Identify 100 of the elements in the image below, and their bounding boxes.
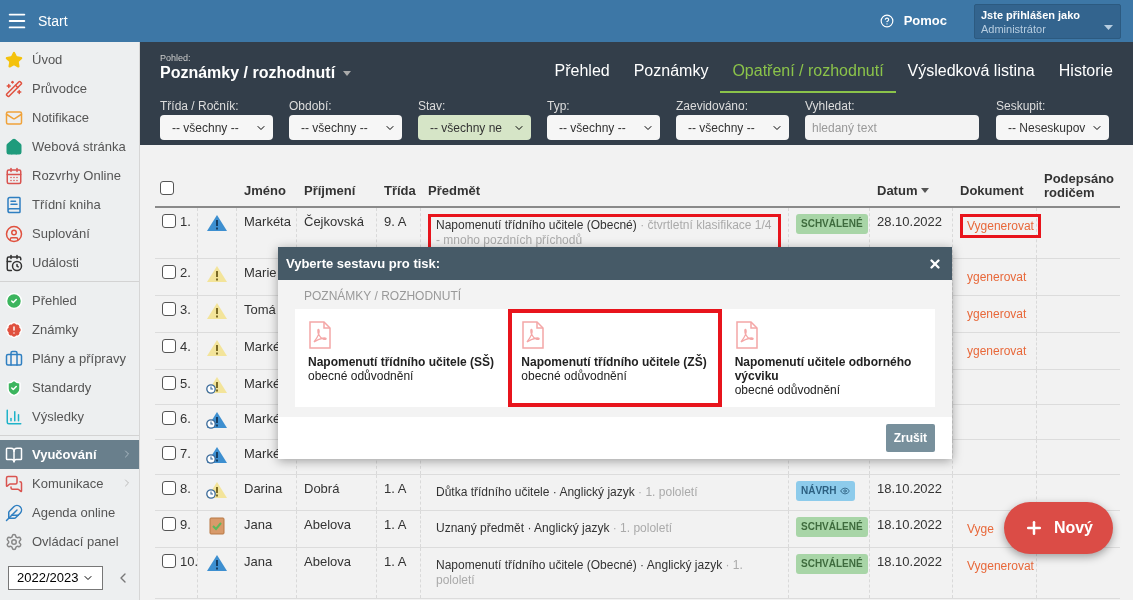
sidebar-item[interactable]: Vyučování (0, 440, 139, 469)
class-name: 1. A (384, 517, 407, 532)
gear-icon (5, 532, 23, 551)
view-tab[interactable]: Opatření / rozhodnutí (720, 59, 896, 93)
sidebar-item[interactable]: Notifikace (0, 103, 139, 132)
first-name: Jana (244, 517, 273, 532)
app-title[interactable]: Start (38, 10, 68, 32)
checkbox[interactable] (162, 554, 176, 568)
report-option[interactable]: Napomenutí třídního učitele (ZŠ) obecné odůvodnění (508, 309, 722, 407)
filter-select[interactable]: -- Neseskupov (996, 115, 1109, 140)
checkbox[interactable] (162, 446, 176, 460)
warning-clock-icon (206, 411, 228, 429)
first-name: Jana (244, 554, 273, 569)
column-header[interactable]: Podepsáno rodičem (1044, 172, 1115, 200)
column-header[interactable]: Třída (384, 183, 416, 198)
sidebar-item[interactable]: Rozvrhy Online (0, 161, 139, 190)
column-header[interactable]: Dokument (960, 183, 1024, 198)
checkbox[interactable] (162, 302, 176, 316)
status-badge: SCHVÁLENÉ (796, 214, 868, 234)
row-number: 6. (180, 411, 191, 427)
class-name: 9. A (384, 214, 407, 229)
feather-icon (5, 503, 23, 522)
last-name: Abelova (304, 517, 351, 532)
column-header[interactable]: Jméno (244, 183, 286, 198)
last-name: Čejkovská (304, 214, 364, 229)
sidebar-item[interactable]: Plány a přípravy (0, 344, 139, 373)
checkbox[interactable] (162, 214, 176, 228)
pdf-file-icon (521, 321, 546, 349)
filter-label: Období: (289, 99, 333, 113)
checkbox[interactable] (162, 376, 176, 390)
first-name: Darina (244, 481, 283, 496)
help-link[interactable]: Pomoc (903, 11, 947, 31)
open-book-icon (5, 445, 23, 464)
year-select[interactable]: 2022/2023 (8, 566, 103, 590)
row-number: 5. (180, 376, 191, 392)
filter-label: Vyhledat: (805, 99, 856, 113)
sidebar-item[interactable]: Agenda online (0, 498, 139, 527)
sidebar-item[interactable]: Třídní kniha (0, 190, 139, 219)
sidebar-item[interactable]: Ovládací panel (0, 527, 139, 556)
star-icon (5, 50, 23, 69)
sidebar-item[interactable]: Události (0, 248, 139, 277)
checkbox[interactable] (162, 339, 176, 353)
sidebar-item[interactable]: Úvod (0, 45, 139, 74)
checkbox[interactable] (160, 180, 174, 195)
sidebar-item[interactable]: Výsledky (0, 402, 139, 431)
warning-clock-icon (206, 481, 228, 499)
grade-badge-icon (5, 320, 23, 339)
warning-icon (206, 554, 228, 572)
sidebar-item[interactable]: Webová stránka (0, 132, 139, 161)
column-header[interactable]: Datum (877, 183, 930, 198)
checkbox[interactable] (162, 517, 176, 531)
check-circle-icon (5, 291, 23, 310)
shield-icon (5, 378, 23, 397)
user-menu[interactable]: Jste přihlášen jako Administrátor (974, 3, 1121, 39)
status-badge: NÁVRH (796, 481, 855, 501)
sort-caret-icon (921, 188, 930, 193)
view-dropdown[interactable]: Poznámky / rozhodnutí (160, 63, 352, 83)
filter-select[interactable]: -- všechny -- (160, 115, 273, 140)
calendar-icon (5, 166, 23, 185)
row-number: 9. (180, 517, 191, 533)
report-option[interactable]: Napomenutí učitele odborného výcviku obecné odůvodnění (721, 309, 935, 407)
view-tab[interactable]: Poznámky (621, 59, 721, 93)
sidebar-item[interactable]: Standardy (0, 373, 139, 402)
new-button[interactable]: Nový (1003, 502, 1113, 554)
filter-select[interactable]: -- všechny ne (418, 115, 531, 140)
filter-label: Seskupit: (996, 99, 1047, 113)
date-text: 28.10.2022 (877, 214, 943, 229)
house-icon (5, 137, 23, 156)
filter-label: Stav: (418, 99, 447, 113)
filter-select[interactable]: -- všechny -- (547, 115, 660, 140)
report-option[interactable]: Napomenutí třídního učitele (SŠ) obecné odůvodnění (295, 309, 509, 407)
eye-icon (839, 486, 850, 496)
class-name: 1. A (384, 554, 407, 569)
view-tab[interactable]: Přehled (542, 59, 622, 93)
sidebar-item[interactable]: Suplování (0, 219, 139, 248)
last-name: Dobrá (304, 481, 340, 496)
first-name: Markéta (244, 214, 291, 229)
sidebar-item[interactable]: Přehled (0, 286, 139, 315)
last-name: Abelova (304, 554, 351, 569)
subject-text: Uznaný předmět · Anglický jazyk · 1. pololetí (435, 520, 674, 537)
close-icon[interactable] (928, 256, 942, 271)
filter-select[interactable]: -- všechny -- (289, 115, 402, 140)
filter-select[interactable]: -- všechny -- (676, 115, 789, 140)
column-header[interactable]: Předmět (428, 183, 481, 198)
view-tab[interactable]: Výsledková listina (895, 59, 1047, 93)
row-number: 3. (180, 302, 191, 318)
checkbox[interactable] (162, 481, 176, 495)
envelope-icon (5, 108, 23, 127)
calendar-clock-icon (5, 253, 23, 272)
first-name: Tomá (244, 302, 276, 317)
column-header[interactable]: Příjmení (304, 183, 356, 198)
view-tab[interactable]: Historie (1046, 59, 1125, 93)
row-number: 7. (180, 446, 191, 462)
warning-icon (206, 265, 228, 283)
sidebar-item[interactable]: Komunikace (0, 469, 139, 498)
sidebar-item[interactable]: Známky (0, 315, 139, 344)
caret-icon (343, 70, 352, 76)
checkbox[interactable] (162, 411, 176, 425)
checkbox[interactable] (162, 265, 176, 279)
sidebar-item[interactable]: Průvodce (0, 74, 139, 103)
